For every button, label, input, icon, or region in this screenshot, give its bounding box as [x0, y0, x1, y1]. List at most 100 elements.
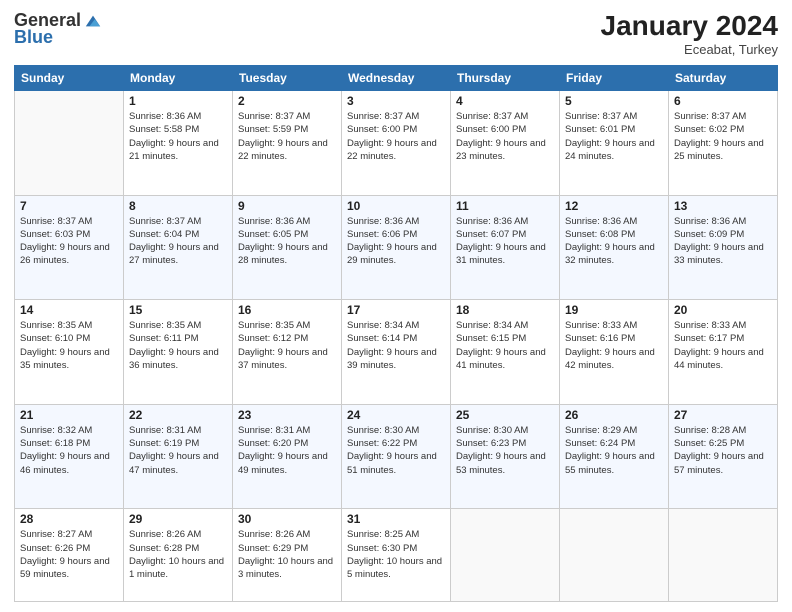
calendar-week-row: 7 Sunrise: 8:37 AMSunset: 6:03 PMDayligh… — [15, 195, 778, 300]
day-number: 4 — [456, 94, 554, 108]
calendar-week-row: 14 Sunrise: 8:35 AMSunset: 6:10 PMDaylig… — [15, 300, 778, 405]
table-row: 22 Sunrise: 8:31 AMSunset: 6:19 PMDaylig… — [124, 404, 233, 509]
table-row — [669, 509, 778, 602]
page: General Blue January 2024 Eceabat, Turke… — [0, 0, 792, 612]
day-number: 30 — [238, 512, 336, 526]
day-info: Sunrise: 8:35 AMSunset: 6:11 PMDaylight:… — [129, 319, 227, 372]
table-row: 31 Sunrise: 8:25 AMSunset: 6:30 PMDaylig… — [342, 509, 451, 602]
day-info: Sunrise: 8:26 AMSunset: 6:29 PMDaylight:… — [238, 528, 336, 581]
day-info: Sunrise: 8:29 AMSunset: 6:24 PMDaylight:… — [565, 424, 663, 477]
day-info: Sunrise: 8:30 AMSunset: 6:23 PMDaylight:… — [456, 424, 554, 477]
table-row: 13 Sunrise: 8:36 AMSunset: 6:09 PMDaylig… — [669, 195, 778, 300]
logo-icon — [84, 12, 102, 30]
day-info: Sunrise: 8:37 AMSunset: 6:03 PMDaylight:… — [20, 215, 118, 268]
calendar-week-row: 28 Sunrise: 8:27 AMSunset: 6:26 PMDaylig… — [15, 509, 778, 602]
day-info: Sunrise: 8:36 AMSunset: 5:58 PMDaylight:… — [129, 110, 227, 163]
day-number: 5 — [565, 94, 663, 108]
day-number: 23 — [238, 408, 336, 422]
table-row: 8 Sunrise: 8:37 AMSunset: 6:04 PMDayligh… — [124, 195, 233, 300]
header: General Blue January 2024 Eceabat, Turke… — [14, 10, 778, 57]
day-number: 28 — [20, 512, 118, 526]
table-row: 19 Sunrise: 8:33 AMSunset: 6:16 PMDaylig… — [560, 300, 669, 405]
day-info: Sunrise: 8:36 AMSunset: 6:08 PMDaylight:… — [565, 215, 663, 268]
day-number: 8 — [129, 199, 227, 213]
calendar-table: Sunday Monday Tuesday Wednesday Thursday… — [14, 65, 778, 602]
day-info: Sunrise: 8:34 AMSunset: 6:15 PMDaylight:… — [456, 319, 554, 372]
day-number: 7 — [20, 199, 118, 213]
table-row: 1 Sunrise: 8:36 AMSunset: 5:58 PMDayligh… — [124, 91, 233, 196]
location: Eceabat, Turkey — [601, 42, 778, 57]
header-wednesday: Wednesday — [342, 66, 451, 91]
day-info: Sunrise: 8:36 AMSunset: 6:05 PMDaylight:… — [238, 215, 336, 268]
day-number: 21 — [20, 408, 118, 422]
day-number: 17 — [347, 303, 445, 317]
logo-blue: Blue — [14, 27, 53, 48]
calendar-week-row: 21 Sunrise: 8:32 AMSunset: 6:18 PMDaylig… — [15, 404, 778, 509]
day-number: 18 — [456, 303, 554, 317]
day-number: 25 — [456, 408, 554, 422]
day-number: 13 — [674, 199, 772, 213]
day-info: Sunrise: 8:33 AMSunset: 6:17 PMDaylight:… — [674, 319, 772, 372]
day-number: 9 — [238, 199, 336, 213]
day-info: Sunrise: 8:36 AMSunset: 6:06 PMDaylight:… — [347, 215, 445, 268]
header-sunday: Sunday — [15, 66, 124, 91]
day-number: 1 — [129, 94, 227, 108]
day-number: 10 — [347, 199, 445, 213]
day-number: 26 — [565, 408, 663, 422]
day-info: Sunrise: 8:37 AMSunset: 6:00 PMDaylight:… — [347, 110, 445, 163]
day-number: 12 — [565, 199, 663, 213]
day-info: Sunrise: 8:28 AMSunset: 6:25 PMDaylight:… — [674, 424, 772, 477]
header-thursday: Thursday — [451, 66, 560, 91]
day-info: Sunrise: 8:27 AMSunset: 6:26 PMDaylight:… — [20, 528, 118, 581]
table-row: 14 Sunrise: 8:35 AMSunset: 6:10 PMDaylig… — [15, 300, 124, 405]
day-number: 24 — [347, 408, 445, 422]
day-number: 22 — [129, 408, 227, 422]
table-row — [451, 509, 560, 602]
header-monday: Monday — [124, 66, 233, 91]
table-row: 3 Sunrise: 8:37 AMSunset: 6:00 PMDayligh… — [342, 91, 451, 196]
table-row: 17 Sunrise: 8:34 AMSunset: 6:14 PMDaylig… — [342, 300, 451, 405]
header-saturday: Saturday — [669, 66, 778, 91]
day-info: Sunrise: 8:33 AMSunset: 6:16 PMDaylight:… — [565, 319, 663, 372]
day-info: Sunrise: 8:36 AMSunset: 6:09 PMDaylight:… — [674, 215, 772, 268]
day-number: 29 — [129, 512, 227, 526]
logo: General Blue — [14, 10, 102, 48]
day-info: Sunrise: 8:31 AMSunset: 6:20 PMDaylight:… — [238, 424, 336, 477]
day-info: Sunrise: 8:37 AMSunset: 6:00 PMDaylight:… — [456, 110, 554, 163]
table-row — [15, 91, 124, 196]
table-row: 5 Sunrise: 8:37 AMSunset: 6:01 PMDayligh… — [560, 91, 669, 196]
table-row: 7 Sunrise: 8:37 AMSunset: 6:03 PMDayligh… — [15, 195, 124, 300]
day-info: Sunrise: 8:37 AMSunset: 5:59 PMDaylight:… — [238, 110, 336, 163]
weekday-header-row: Sunday Monday Tuesday Wednesday Thursday… — [15, 66, 778, 91]
table-row: 6 Sunrise: 8:37 AMSunset: 6:02 PMDayligh… — [669, 91, 778, 196]
table-row: 29 Sunrise: 8:26 AMSunset: 6:28 PMDaylig… — [124, 509, 233, 602]
table-row: 24 Sunrise: 8:30 AMSunset: 6:22 PMDaylig… — [342, 404, 451, 509]
table-row: 16 Sunrise: 8:35 AMSunset: 6:12 PMDaylig… — [233, 300, 342, 405]
day-number: 16 — [238, 303, 336, 317]
day-number: 31 — [347, 512, 445, 526]
table-row: 26 Sunrise: 8:29 AMSunset: 6:24 PMDaylig… — [560, 404, 669, 509]
day-number: 19 — [565, 303, 663, 317]
day-info: Sunrise: 8:34 AMSunset: 6:14 PMDaylight:… — [347, 319, 445, 372]
day-info: Sunrise: 8:30 AMSunset: 6:22 PMDaylight:… — [347, 424, 445, 477]
day-number: 6 — [674, 94, 772, 108]
table-row: 10 Sunrise: 8:36 AMSunset: 6:06 PMDaylig… — [342, 195, 451, 300]
table-row: 27 Sunrise: 8:28 AMSunset: 6:25 PMDaylig… — [669, 404, 778, 509]
table-row: 23 Sunrise: 8:31 AMSunset: 6:20 PMDaylig… — [233, 404, 342, 509]
day-number: 15 — [129, 303, 227, 317]
day-number: 11 — [456, 199, 554, 213]
title-area: January 2024 Eceabat, Turkey — [601, 10, 778, 57]
table-row: 30 Sunrise: 8:26 AMSunset: 6:29 PMDaylig… — [233, 509, 342, 602]
table-row: 2 Sunrise: 8:37 AMSunset: 5:59 PMDayligh… — [233, 91, 342, 196]
day-info: Sunrise: 8:31 AMSunset: 6:19 PMDaylight:… — [129, 424, 227, 477]
day-number: 3 — [347, 94, 445, 108]
day-info: Sunrise: 8:35 AMSunset: 6:10 PMDaylight:… — [20, 319, 118, 372]
day-info: Sunrise: 8:36 AMSunset: 6:07 PMDaylight:… — [456, 215, 554, 268]
header-tuesday: Tuesday — [233, 66, 342, 91]
table-row: 20 Sunrise: 8:33 AMSunset: 6:17 PMDaylig… — [669, 300, 778, 405]
month-title: January 2024 — [601, 10, 778, 42]
table-row: 28 Sunrise: 8:27 AMSunset: 6:26 PMDaylig… — [15, 509, 124, 602]
table-row: 25 Sunrise: 8:30 AMSunset: 6:23 PMDaylig… — [451, 404, 560, 509]
day-info: Sunrise: 8:26 AMSunset: 6:28 PMDaylight:… — [129, 528, 227, 581]
table-row: 12 Sunrise: 8:36 AMSunset: 6:08 PMDaylig… — [560, 195, 669, 300]
